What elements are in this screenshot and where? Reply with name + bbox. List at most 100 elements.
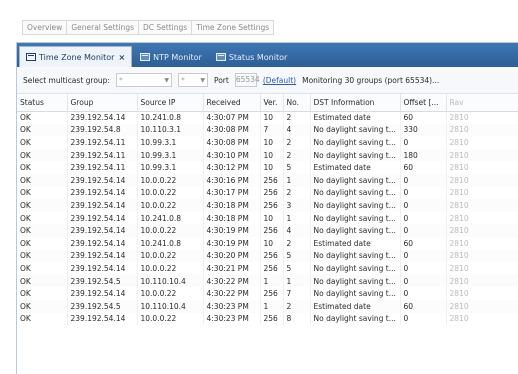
cell-status: OK (17, 111, 68, 124)
cell-raw: 2810 (446, 199, 518, 212)
table-row[interactable]: OK 239.192.54.14 10.0.0.22 4:30:16 PM 256 1 No… (17, 173, 518, 187)
table-row[interactable]: OK 239.192.54.5 10.110.10.4 4:30:22 PM 1 1 No … (17, 274, 518, 288)
cell-offset: 0 (400, 312, 447, 326)
cell-received: 4:30:21 PM (203, 262, 261, 275)
column-header-group[interactable]: Group (67, 94, 138, 112)
top-tab-bar: Overview General Settings DC Settings Ti… (22, 20, 275, 35)
cell-group: 239.192.54.14 (67, 211, 138, 225)
tab-overview[interactable]: Overview (22, 20, 68, 35)
cell-raw: 2810 (446, 249, 518, 263)
cell-status: OK (17, 249, 68, 263)
cell-raw: 2810 (446, 236, 518, 250)
cell-offset: 0 (400, 262, 447, 275)
tab-time-zone-monitor[interactable]: Time Zone Monitor × (19, 46, 133, 67)
column-header-offset[interactable]: Offset [... (400, 94, 447, 112)
table-row[interactable]: OK 239.192.54.14 10.241.0.8 4:30:19 PM 10 2 Es… (17, 236, 518, 250)
cell-received: 4:30:22 PM (203, 274, 261, 288)
tab-status-monitor[interactable]: Status Monitor (210, 47, 293, 67)
table-row[interactable]: OK 239.192.54.14 10.241.0.8 4:30:07 PM 10 2 Es… (17, 111, 518, 124)
cell-source-ip: 10.110.10.4 (137, 299, 204, 313)
cell-group: 239.192.54.14 (67, 224, 138, 237)
tab-general-settings[interactable]: General Settings (67, 20, 140, 35)
table-row[interactable]: OK 239.192.54.5 10.110.10.4 4:30:23 PM 1 2 Est… (17, 299, 518, 313)
cell-offset: 60 (400, 111, 447, 124)
cell-group: 239.192.54.14 (67, 249, 138, 263)
cell-no: 5 (283, 249, 311, 263)
table-row[interactable]: OK 239.192.54.14 10.241.0.8 4:30:18 PM 10 1 No… (17, 211, 518, 225)
cell-ver: 7 (260, 123, 284, 137)
table-row[interactable]: OK 239.192.54.11 10.99.3.1 4:30:08 PM 10 2 No … (17, 136, 518, 149)
cell-received: 4:30:08 PM (203, 123, 261, 137)
table-row[interactable]: OK 239.192.54.14 10.0.0.22 4:30:20 PM 256 5 No… (17, 249, 518, 263)
cell-raw: 2810 (446, 123, 518, 137)
table-row[interactable]: OK 239.192.54.14 10.0.0.22 4:30:21 PM 256 5 No… (17, 262, 518, 275)
table-row[interactable]: OK 239.192.54.14 10.0.0.22 4:30:19 PM 256 4 No… (17, 224, 518, 237)
cell-dst-information: Estimated date (310, 299, 401, 313)
column-header-raw[interactable]: Rav (446, 94, 518, 112)
multicast-subgroup-select[interactable]: * ▼ (177, 73, 208, 87)
cell-source-ip: 10.241.0.8 (137, 211, 204, 225)
monitoring-status: Monitoring 30 groups (port 65534)... (302, 75, 440, 85)
time-zone-table: Status Group Source IP Received Ver. No.… (17, 94, 518, 326)
table-row[interactable]: OK 239.192.54.14 10.0.0.22 4:30:23 PM 256 8 No… (17, 312, 518, 326)
column-header-source-ip[interactable]: Source IP (137, 94, 204, 112)
cell-ver: 10 (260, 148, 284, 162)
close-icon[interactable]: × (118, 53, 125, 62)
cell-offset: 330 (400, 123, 447, 137)
cell-ver: 10 (260, 211, 284, 225)
table-row[interactable]: OK 239.192.54.14 10.0.0.22 4:30:18 PM 256 3 No… (17, 199, 518, 212)
tab-time-zone-settings[interactable]: Time Zone Settings (192, 20, 275, 35)
cell-offset: 0 (400, 287, 447, 300)
cell-status: OK (17, 224, 68, 237)
cell-status: OK (17, 262, 68, 275)
cell-status: OK (17, 287, 68, 300)
cell-status: OK (17, 123, 68, 137)
cell-offset: 0 (400, 199, 447, 212)
cell-ver: 10 (260, 161, 284, 174)
cell-group: 239.192.54.14 (67, 173, 138, 187)
cell-received: 4:30:20 PM (203, 249, 261, 263)
column-header-dst-information[interactable]: DST Information (310, 94, 401, 112)
cell-ver: 256 (260, 224, 284, 237)
monitor-icon (26, 53, 36, 61)
cell-source-ip: 10.0.0.22 (137, 312, 204, 326)
cell-received: 4:30:16 PM (203, 173, 261, 187)
cell-dst-information: No daylight saving t... (310, 186, 401, 200)
cell-status: OK (17, 211, 68, 225)
cell-source-ip: 10.99.3.1 (137, 148, 204, 162)
toolbar: Select multicast group: * ▼ * ▼ Port 655… (17, 67, 518, 94)
default-port-link[interactable]: (Default) (263, 76, 296, 85)
tab-ntp-monitor[interactable]: NTP Monitor (134, 47, 208, 67)
cell-group: 239.192.54.14 (67, 262, 138, 275)
cell-ver: 1 (260, 299, 284, 313)
table-row[interactable]: OK 239.192.54.8 10.110.3.1 4:30:08 PM 7 4 No d… (17, 123, 518, 137)
column-header-no[interactable]: No. (283, 94, 311, 112)
cell-ver: 256 (260, 287, 284, 300)
table-row[interactable]: OK 239.192.54.11 10.99.3.1 4:30:10 PM 10 2 No … (17, 148, 518, 162)
tab-dc-settings[interactable]: DC Settings (139, 20, 193, 35)
port-input[interactable]: 65534 (234, 73, 260, 87)
cell-status: OK (17, 186, 68, 200)
cell-no: 2 (283, 148, 311, 162)
monitor-tab-strip: Time Zone Monitor × NTP Monitor Status M… (17, 43, 518, 67)
cell-raw: 2810 (446, 262, 518, 275)
monitor-icon (140, 53, 151, 61)
cell-raw: 2810 (446, 148, 518, 162)
column-header-ver[interactable]: Ver. (260, 94, 284, 112)
tab-label: Status Monitor (228, 52, 288, 62)
table-body: OK 239.192.54.14 10.241.0.8 4:30:07 PM 10 2 Es… (17, 111, 518, 326)
cell-no: 1 (283, 274, 311, 288)
cell-ver: 256 (260, 173, 284, 187)
table-row[interactable]: OK 239.192.54.11 10.99.3.1 4:30:12 PM 10 5 Est… (17, 161, 518, 174)
cell-dst-information: No daylight saving t... (310, 274, 401, 288)
cell-no: 2 (283, 111, 311, 124)
cell-source-ip: 10.0.0.22 (137, 287, 204, 300)
table-row[interactable]: OK 239.192.54.14 10.0.0.22 4:30:22 PM 256 7 No… (17, 287, 518, 300)
column-header-received[interactable]: Received (203, 94, 261, 112)
cell-source-ip: 10.0.0.22 (137, 249, 204, 263)
cell-dst-information: No daylight saving t... (310, 249, 401, 263)
column-header-status[interactable]: Status (17, 94, 68, 112)
cell-no: 5 (283, 262, 311, 275)
multicast-group-select[interactable]: * ▼ (115, 73, 172, 87)
table-row[interactable]: OK 239.192.54.14 10.0.0.22 4:30:17 PM 256 2 No… (17, 186, 518, 200)
